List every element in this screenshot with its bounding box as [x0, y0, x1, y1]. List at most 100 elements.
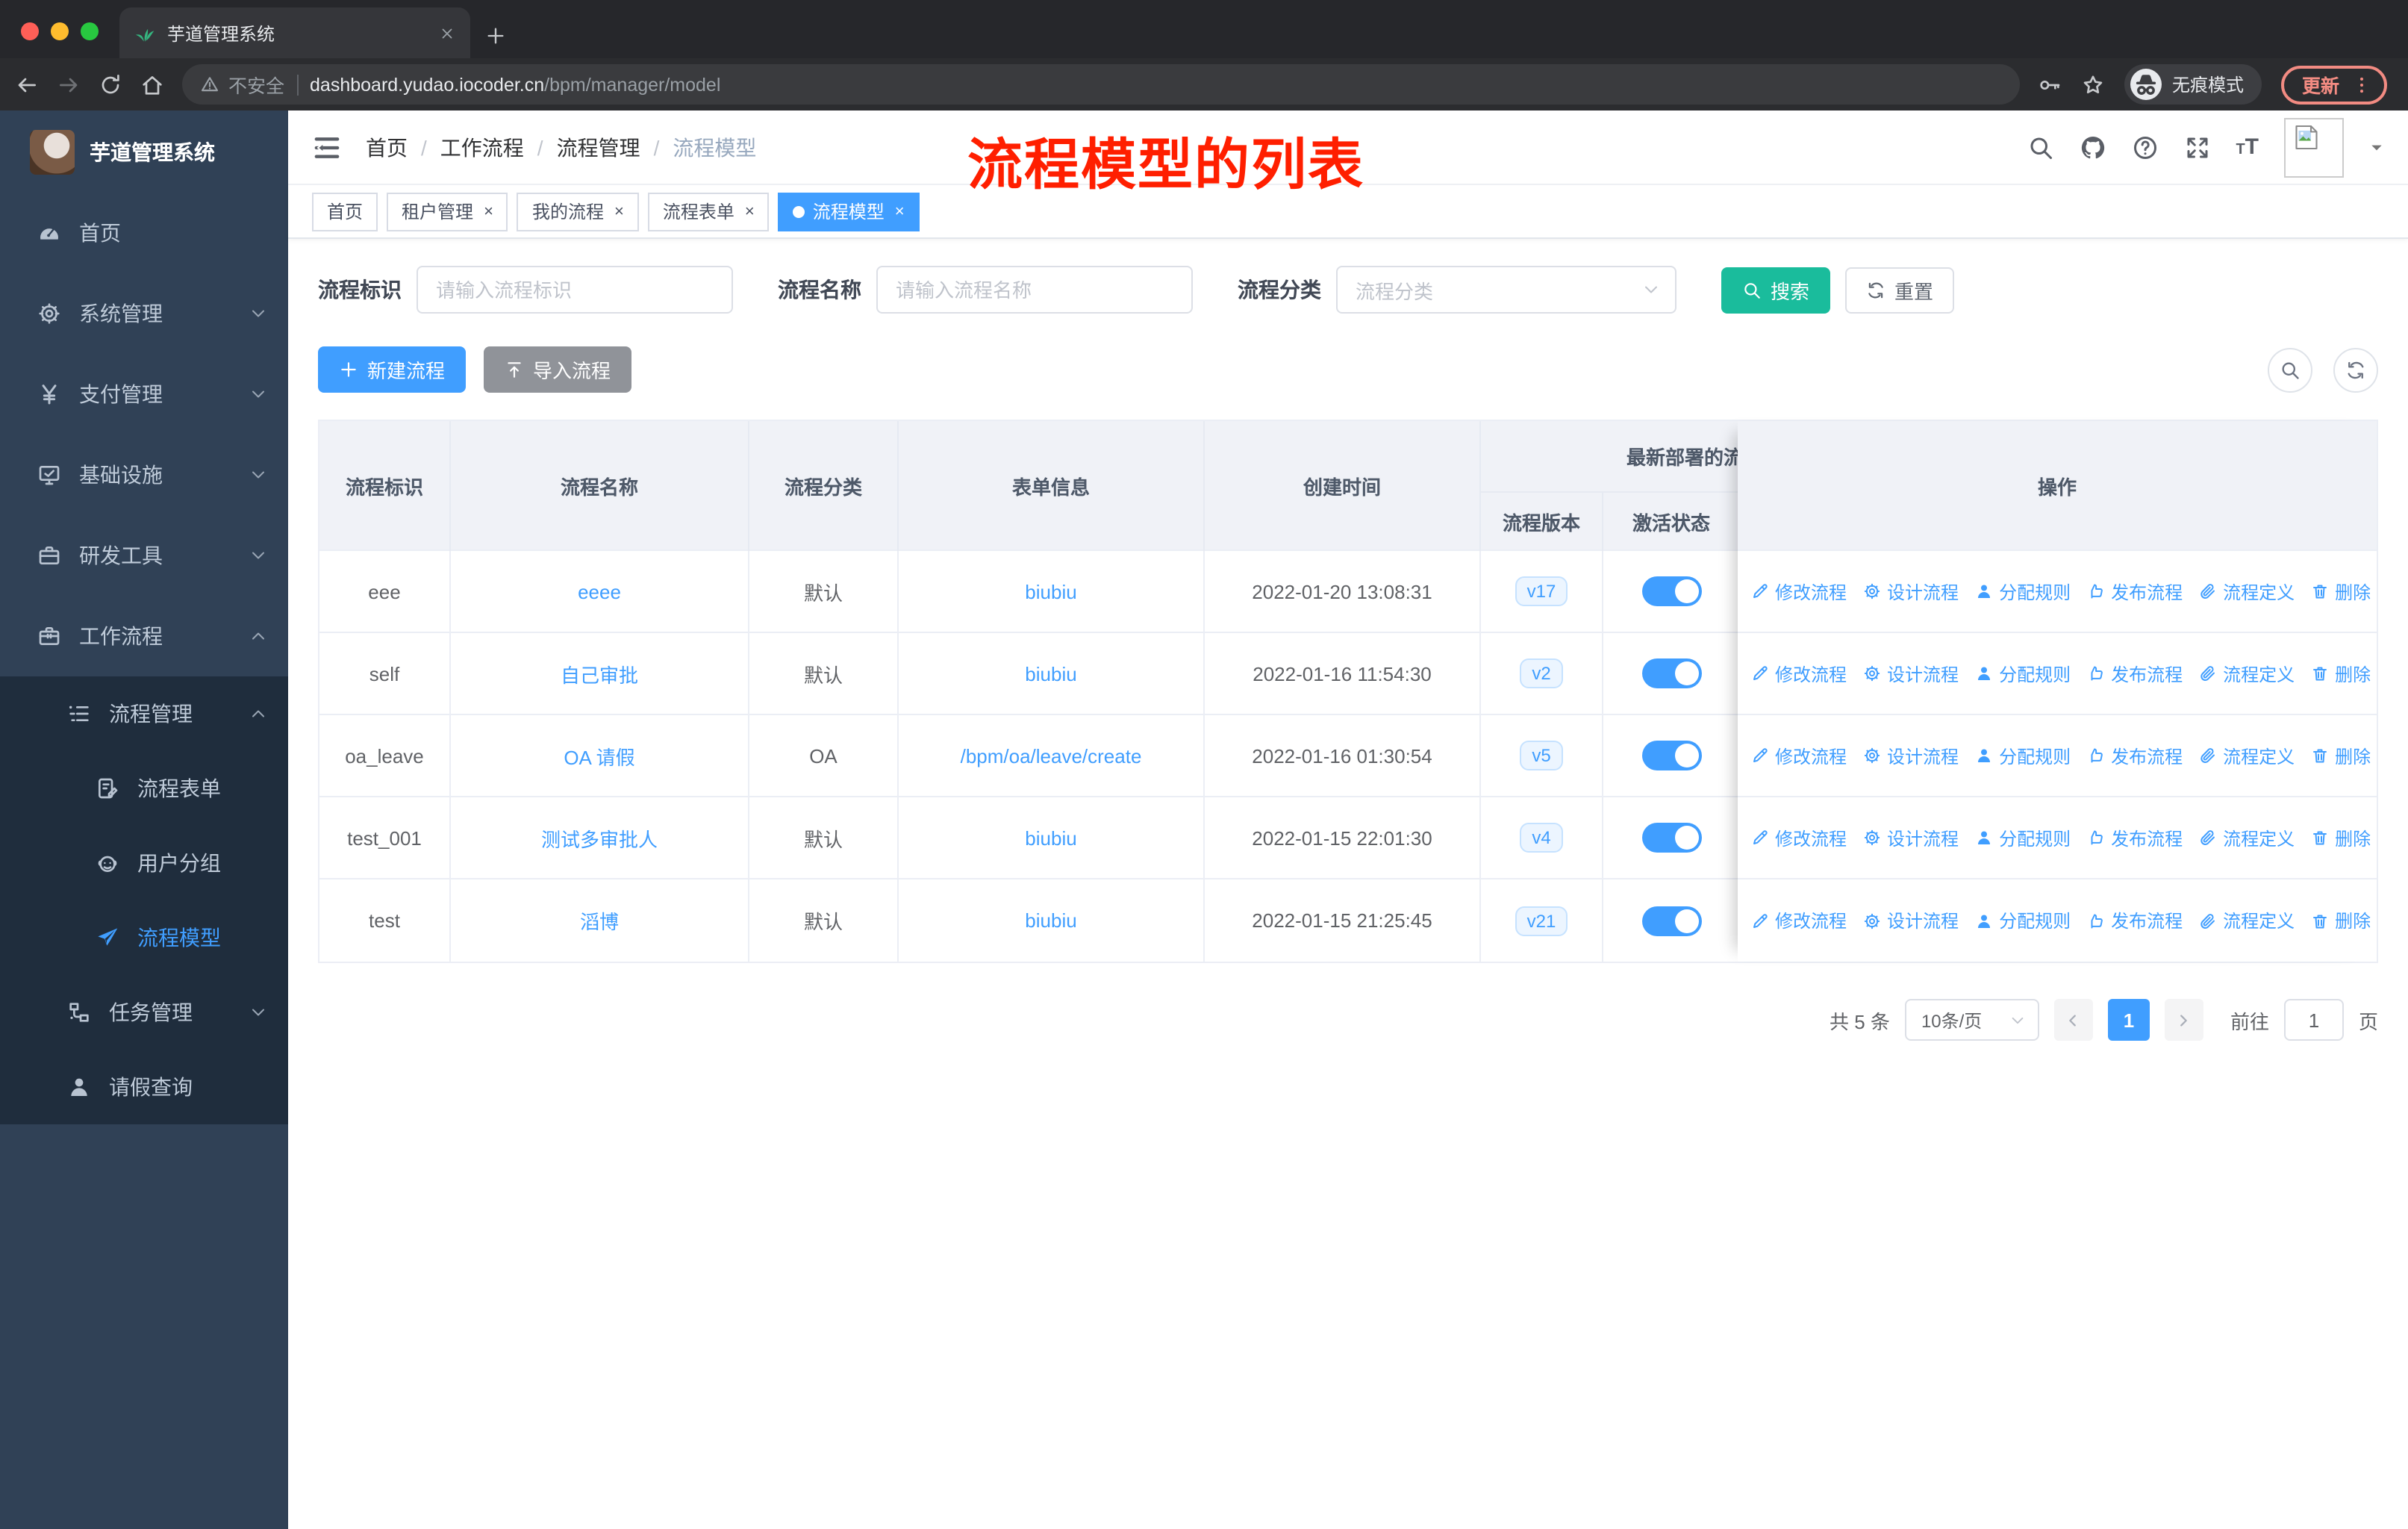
action-发布流程[interactable]: 发布流程: [2087, 908, 2183, 933]
process-id-input[interactable]: [417, 266, 733, 314]
action-删除[interactable]: 删除: [2311, 908, 2371, 933]
sidebar-item-工作流程[interactable]: 工作流程: [0, 596, 288, 676]
browser-menu-icon[interactable]: [2351, 74, 2372, 95]
cell-process-version[interactable]: v5: [1481, 715, 1603, 796]
minimize-window-button[interactable]: [51, 22, 69, 40]
action-分配规则[interactable]: 分配规则: [1975, 661, 2071, 686]
sidebar-item-研发工具[interactable]: 研发工具: [0, 515, 288, 596]
breadcrumb-workflow[interactable]: 工作流程: [440, 132, 524, 162]
key-icon[interactable]: [2038, 72, 2062, 96]
action-删除[interactable]: 删除: [2311, 825, 2371, 850]
active-toggle[interactable]: [1641, 823, 1701, 853]
cell-process-name[interactable]: 自己审批: [451, 633, 749, 714]
show-search-button[interactable]: [2268, 347, 2312, 392]
action-发布流程[interactable]: 发布流程: [2087, 743, 2183, 768]
sidebar-item-用户分组[interactable]: 用户分组: [0, 826, 288, 900]
cell-process-version[interactable]: v2: [1481, 633, 1603, 714]
tab-首页[interactable]: 首页: [312, 192, 378, 231]
action-设计流程[interactable]: 设计流程: [1863, 661, 1959, 686]
version-badge[interactable]: v2: [1520, 658, 1563, 688]
breadcrumb-process-mgmt[interactable]: 流程管理: [557, 132, 640, 162]
back-icon[interactable]: [15, 72, 39, 96]
next-page-button[interactable]: [2164, 999, 2203, 1041]
cell-process-name[interactable]: 测试多审批人: [451, 797, 749, 878]
active-toggle[interactable]: [1641, 576, 1701, 606]
version-badge[interactable]: v4: [1520, 823, 1563, 853]
action-发布流程[interactable]: 发布流程: [2087, 661, 2183, 686]
sidebar-item-支付管理[interactable]: 支付管理: [0, 354, 288, 435]
zoom-window-button[interactable]: [81, 22, 99, 40]
sidebar-logo[interactable]: 芋道管理系统: [0, 110, 288, 193]
action-修改流程[interactable]: 修改流程: [1751, 743, 1847, 768]
cell-process-name-link[interactable]: 自己审批: [561, 659, 638, 688]
collapse-sidebar-icon[interactable]: [312, 132, 342, 162]
close-tag-icon[interactable]: ×: [895, 202, 905, 220]
action-修改流程[interactable]: 修改流程: [1751, 908, 1847, 933]
action-设计流程[interactable]: 设计流程: [1863, 825, 1959, 850]
action-分配规则[interactable]: 分配规则: [1975, 579, 2071, 604]
cell-process-name[interactable]: eeee: [451, 551, 749, 632]
action-删除[interactable]: 删除: [2311, 661, 2371, 686]
category-select[interactable]: 流程分类: [1336, 266, 1676, 314]
sidebar-item-流程模型[interactable]: 流程模型: [0, 900, 288, 975]
github-icon[interactable]: [2079, 134, 2106, 161]
cell-process-name-link[interactable]: 测试多审批人: [541, 823, 658, 852]
cell-process-name[interactable]: 滔博: [451, 879, 749, 962]
cell-process-version[interactable]: v17: [1481, 551, 1603, 632]
active-toggle[interactable]: [1641, 658, 1701, 688]
active-toggle[interactable]: [1641, 906, 1701, 935]
action-流程定义[interactable]: 流程定义: [2199, 743, 2295, 768]
address-bar[interactable]: 不安全 dashboard.yudao.iocoder.cn/bpm/manag…: [182, 64, 2020, 105]
action-分配规则[interactable]: 分配规则: [1975, 743, 2071, 768]
action-发布流程[interactable]: 发布流程: [2087, 579, 2183, 604]
cell-form-info[interactable]: biubiu: [899, 633, 1205, 714]
cell-process-version[interactable]: v21: [1481, 879, 1603, 962]
cell-form-info-link[interactable]: /bpm/oa/leave/create: [961, 744, 1142, 767]
active-toggle[interactable]: [1641, 741, 1701, 770]
version-badge[interactable]: v17: [1515, 576, 1568, 606]
version-badge[interactable]: v5: [1520, 741, 1563, 770]
action-流程定义[interactable]: 流程定义: [2199, 579, 2295, 604]
action-删除[interactable]: 删除: [2311, 743, 2371, 768]
cell-form-info-link[interactable]: biubiu: [1025, 580, 1076, 602]
cell-form-info-link[interactable]: biubiu: [1025, 826, 1076, 849]
action-修改流程[interactable]: 修改流程: [1751, 579, 1847, 604]
action-设计流程[interactable]: 设计流程: [1863, 579, 1959, 604]
page-size-select[interactable]: 10条/页: [1904, 999, 2039, 1041]
search-button[interactable]: 搜索: [1721, 267, 1831, 313]
action-分配规则[interactable]: 分配规则: [1975, 825, 2071, 850]
close-tab-icon[interactable]: [439, 25, 455, 41]
cell-process-name[interactable]: OA 请假: [451, 715, 749, 796]
home-icon[interactable]: [140, 72, 164, 96]
close-tag-icon[interactable]: ×: [484, 202, 493, 220]
sidebar-item-流程管理[interactable]: 流程管理: [0, 676, 288, 751]
action-分配规则[interactable]: 分配规则: [1975, 908, 2071, 933]
update-button[interactable]: 更新: [2280, 65, 2387, 104]
process-name-input[interactable]: [876, 266, 1193, 314]
create-process-button[interactable]: 新建流程: [318, 346, 467, 393]
page-number-1[interactable]: 1: [2107, 999, 2150, 1041]
action-流程定义[interactable]: 流程定义: [2199, 908, 2295, 933]
tab-租户管理[interactable]: 租户管理 ×: [387, 192, 508, 231]
prev-page-button[interactable]: [2053, 999, 2093, 1041]
tab-流程模型[interactable]: 流程模型 ×: [778, 192, 920, 231]
refresh-table-button[interactable]: [2333, 347, 2378, 392]
action-修改流程[interactable]: 修改流程: [1751, 661, 1847, 686]
action-流程定义[interactable]: 流程定义: [2199, 661, 2295, 686]
goto-page-input[interactable]: [2283, 999, 2344, 1041]
reload-icon[interactable]: [99, 72, 122, 96]
window-controls[interactable]: [0, 22, 119, 58]
cell-form-info[interactable]: biubiu: [899, 551, 1205, 632]
fontsize-icon[interactable]: TT: [2236, 134, 2259, 160]
sidebar-item-任务管理[interactable]: 任务管理: [0, 975, 288, 1050]
question-icon[interactable]: [2131, 134, 2158, 161]
cell-process-name-link[interactable]: OA 请假: [564, 741, 634, 770]
sidebar-item-首页[interactable]: 首页: [0, 193, 288, 273]
fullscreen-icon[interactable]: [2183, 134, 2210, 161]
forward-icon[interactable]: [57, 72, 81, 96]
tab-流程表单[interactable]: 流程表单 ×: [647, 192, 770, 231]
sidebar-item-系统管理[interactable]: 系统管理: [0, 273, 288, 354]
search-icon[interactable]: [2027, 134, 2053, 161]
bookmark-star-icon[interactable]: [2081, 72, 2105, 96]
action-设计流程[interactable]: 设计流程: [1863, 743, 1959, 768]
